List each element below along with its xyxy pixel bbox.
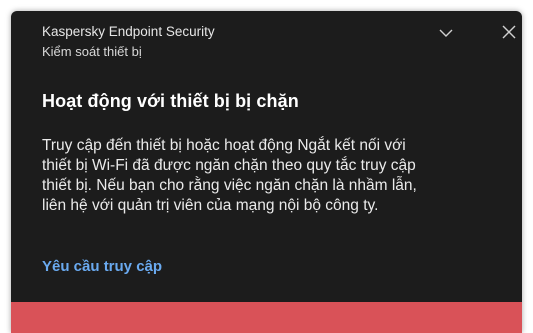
notification-message: Truy cập đến thiết bị hoặc hoạt động Ngắ… [42, 137, 417, 214]
request-access-link[interactable]: Yêu cầu truy cập [42, 258, 162, 275]
component-name: Kiểm soát thiết bị [42, 44, 142, 59]
collapse-button[interactable] [435, 23, 457, 43]
chevron-down-icon [439, 29, 453, 37]
app-name: Kaspersky Endpoint Security [42, 24, 215, 39]
close-icon [502, 25, 516, 39]
close-button[interactable] [498, 21, 520, 43]
notification-title: Hoạt động với thiết bị bị chặn [42, 91, 299, 111]
notification-header: Kaspersky Endpoint Security Kiểm soát th… [42, 23, 215, 61]
notification-popup: Kaspersky Endpoint Security Kiểm soát th… [11, 11, 522, 333]
status-bar [11, 302, 522, 333]
